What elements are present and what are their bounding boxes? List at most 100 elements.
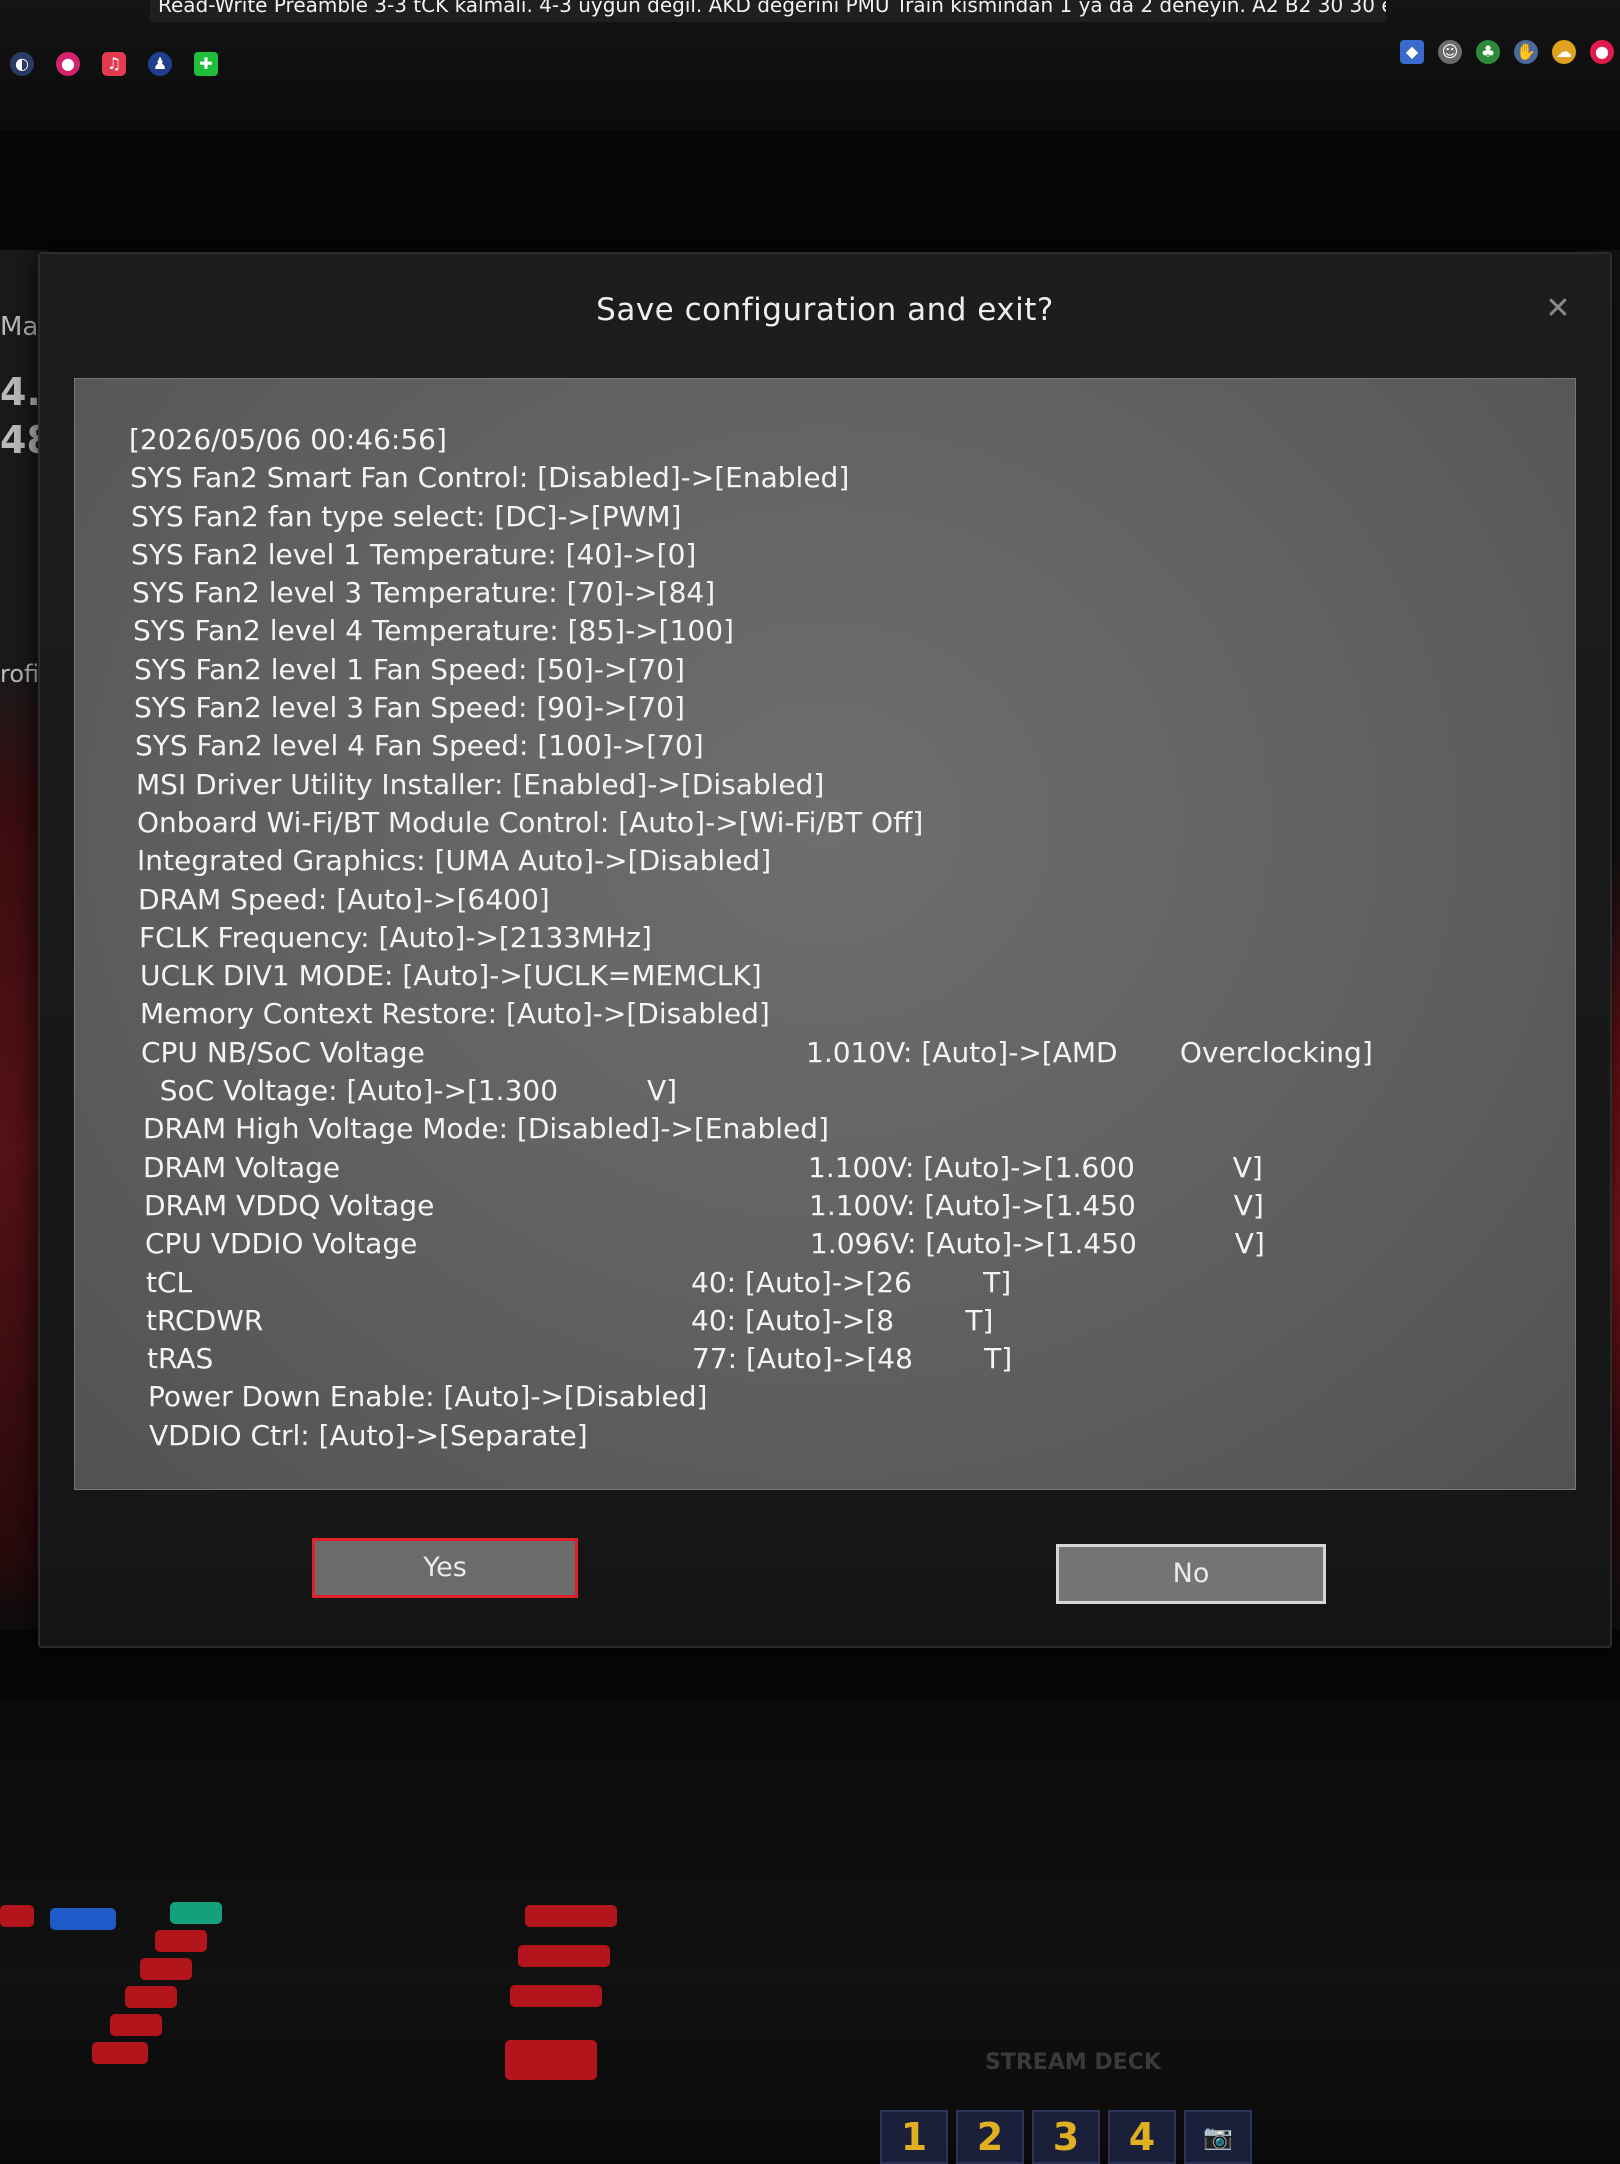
keyboard-key xyxy=(140,1958,192,1980)
keyboard-key xyxy=(525,1905,617,1927)
log-line: SYS Fan2 level 4 Temperature: [85]->[100… xyxy=(129,612,1529,650)
log-label: DRAM Voltage xyxy=(143,1150,341,1184)
log-value: 1.100V: [Auto]->[1.450 V] xyxy=(809,1188,1264,1222)
music-icon[interactable]: ♫ xyxy=(102,52,126,76)
log-label: tRCDWR xyxy=(146,1303,264,1337)
log-text: Integrated Graphics: [UMA Auto]->[Disabl… xyxy=(137,844,772,878)
log-label: tRAS xyxy=(147,1342,214,1376)
log-line: CPU VDDIO Voltage 1.096V: [Auto]->[1.450 … xyxy=(129,1225,1529,1263)
change-log-list: [2026/05/06 00:46:56] SYS Fan2 Smart Fan … xyxy=(129,421,1529,1455)
keyboard-key xyxy=(125,1986,177,2008)
moon-icon[interactable]: ◐ xyxy=(10,52,34,76)
log-line: CPU NB/SoC Voltage 1.010V: [Auto]->[AMD O… xyxy=(129,1034,1529,1072)
log-text: SYS Fan2 level 4 Fan Speed: [100]->[70] xyxy=(135,729,704,763)
log-line: MSI Driver Utility Installer: [Enabled]-… xyxy=(129,766,1529,804)
stream-deck-key[interactable]: 1 xyxy=(880,2110,948,2164)
taskbar-right: ◆ ☺ ♣ ✋ ☁ ● xyxy=(1400,40,1614,64)
keyboard-key xyxy=(155,1930,207,1952)
log-value: 77: [Auto]->[48 T] xyxy=(692,1342,1013,1376)
camera-icon[interactable]: 📷 xyxy=(1184,2110,1252,2164)
stream-deck-key[interactable]: 2 xyxy=(956,2110,1024,2164)
leaf-icon[interactable]: ♣ xyxy=(1476,40,1500,64)
log-label: tCL xyxy=(146,1265,193,1299)
keyboard-key xyxy=(0,1905,34,1927)
side-text: rofi xyxy=(0,660,40,688)
log-line: VDDIO Ctrl: [Auto]->[Separate] xyxy=(129,1417,1529,1455)
save-exit-dialog: Save configuration and exit? ✕ [2026/05/… xyxy=(38,252,1612,1648)
taskbar-left: ◐ ● ♫ ♟ ✚ xyxy=(10,52,218,76)
log-line: DRAM Voltage 1.100V: [Auto]->[1.600 V] xyxy=(129,1149,1529,1187)
no-button[interactable]: No xyxy=(1056,1544,1326,1604)
log-value: 40: [Auto]->[8 T] xyxy=(691,1303,994,1337)
log-text: UCLK DIV1 MODE: [Auto]->[UCLK=MEMCLK] xyxy=(140,959,762,993)
log-line: tRCDWR 40: [Auto]->[8 T] xyxy=(129,1302,1529,1340)
log-text: MSI Driver Utility Installer: [Enabled]-… xyxy=(136,767,825,801)
log-line: SYS Fan2 level 4 Fan Speed: [100]->[70] xyxy=(129,727,1529,765)
log-line: tCL 40: [Auto]->[26 T] xyxy=(129,1264,1529,1302)
keyboard-key xyxy=(170,1902,222,1924)
log-text: SYS Fan2 level 3 Fan Speed: [90]->[70] xyxy=(134,691,685,725)
discord-icon[interactable]: ☺ xyxy=(1438,40,1462,64)
yes-button[interactable]: Yes xyxy=(312,1538,578,1598)
log-text: SoC Voltage: [Auto]->[1.300 V] xyxy=(142,1074,678,1108)
log-text: SYS Fan2 Smart Fan Control: [Disabled]->… xyxy=(130,461,850,495)
log-text: SYS Fan2 level 4 Temperature: [85]->[100… xyxy=(133,614,734,648)
log-line: SYS Fan2 level 1 Temperature: [40]->[0] xyxy=(129,536,1529,574)
keyboard-key xyxy=(505,2040,597,2080)
dot-icon[interactable]: ● xyxy=(1590,40,1614,64)
log-value: 40: [Auto]->[26 T] xyxy=(691,1265,1012,1299)
side-text: 4. xyxy=(0,370,41,414)
log-text: DRAM Speed: [Auto]->[6400] xyxy=(138,882,550,916)
log-line: [2026/05/06 00:46:56] xyxy=(129,421,1529,459)
log-text: Power Down Enable: [Auto]->[Disabled] xyxy=(148,1380,708,1414)
desk-background xyxy=(0,1700,1620,2160)
log-text: SYS Fan2 level 1 Fan Speed: [50]->[70] xyxy=(134,652,685,686)
keyboard-key xyxy=(92,2042,148,2064)
cloud-icon[interactable]: ☁ xyxy=(1552,40,1576,64)
log-text: Memory Context Restore: [Auto]->[Disable… xyxy=(140,997,770,1031)
keyboard-key xyxy=(518,1945,610,1967)
log-label: CPU NB/SoC Voltage xyxy=(141,1035,425,1069)
keyboard-key xyxy=(50,1908,116,1930)
person-icon[interactable]: ♟ xyxy=(148,52,172,76)
log-label: CPU VDDIO Voltage xyxy=(145,1227,418,1261)
log-line: UCLK DIV1 MODE: [Auto]->[UCLK=MEMCLK] xyxy=(129,957,1529,995)
log-line: SoC Voltage: [Auto]->[1.300 V] xyxy=(129,1072,1529,1110)
log-text: DRAM High Voltage Mode: [Disabled]->[Ena… xyxy=(143,1112,829,1146)
log-text: [2026/05/06 00:46:56] xyxy=(129,423,447,456)
log-line: DRAM Speed: [Auto]->[6400] xyxy=(129,881,1529,919)
change-log-panel: [2026/05/06 00:46:56] SYS Fan2 Smart Fan … xyxy=(74,378,1576,1490)
log-label: DRAM VDDQ Voltage xyxy=(144,1188,435,1222)
log-line: DRAM VDDQ Voltage 1.100V: [Auto]->[1.450 … xyxy=(129,1187,1529,1225)
log-line: Power Down Enable: [Auto]->[Disabled] xyxy=(129,1378,1529,1416)
keyboard-key xyxy=(110,2014,162,2036)
hand-icon[interactable]: ✋ xyxy=(1514,40,1538,64)
stream-deck-key[interactable]: 3 xyxy=(1032,2110,1100,2164)
dialog-title: Save configuration and exit? xyxy=(596,292,1054,328)
log-text: FCLK Frequency: [Auto]->[2133MHz] xyxy=(139,920,652,954)
log-line: SYS Fan2 level 3 Fan Speed: [90]->[70] xyxy=(129,689,1529,727)
log-value: 1.100V: [Auto]->[1.600 V] xyxy=(808,1150,1263,1184)
log-line: FCLK Frequency: [Auto]->[2133MHz] xyxy=(129,919,1529,957)
app-icon[interactable]: ◆ xyxy=(1400,40,1424,64)
log-text: SYS Fan2 level 3 Temperature: [70]->[84] xyxy=(132,576,716,610)
log-text: Onboard Wi-Fi/BT Module Control: [Auto]-… xyxy=(137,805,924,839)
log-text: SYS Fan2 fan type select: [DC]->[PWM] xyxy=(131,499,682,533)
log-line: tRAS 77: [Auto]->[48 T] xyxy=(129,1340,1529,1378)
record-icon[interactable]: ● xyxy=(56,52,80,76)
log-line: Onboard Wi-Fi/BT Module Control: [Auto]-… xyxy=(129,804,1529,842)
stream-deck-label: STREAM DECK xyxy=(985,2050,1161,2075)
monitor-top-strip: Read-Write Preamble 3-3 tCK kalmalı. 4-3… xyxy=(0,0,1620,130)
side-text: Ma xyxy=(0,312,39,342)
log-value: 1.010V: [Auto]->[AMD Overclocking] xyxy=(806,1035,1373,1069)
log-value: 1.096V: [Auto]->[1.450 V] xyxy=(810,1227,1265,1261)
log-text: SYS Fan2 level 1 Temperature: [40]->[0] xyxy=(131,537,697,571)
stream-deck-key[interactable]: 4 xyxy=(1108,2110,1176,2164)
game-icon[interactable]: ✚ xyxy=(194,52,218,76)
log-text: VDDIO Ctrl: [Auto]->[Separate] xyxy=(149,1418,588,1452)
log-line: SYS Fan2 fan type select: [DC]->[PWM] xyxy=(129,498,1529,536)
overlay-caption: Read-Write Preamble 3-3 tCK kalmalı. 4-3… xyxy=(150,0,1386,22)
keyboard-key xyxy=(510,1985,602,2007)
log-line: SYS Fan2 level 3 Temperature: [70]->[84] xyxy=(129,574,1529,612)
close-icon[interactable]: ✕ xyxy=(1542,294,1574,326)
